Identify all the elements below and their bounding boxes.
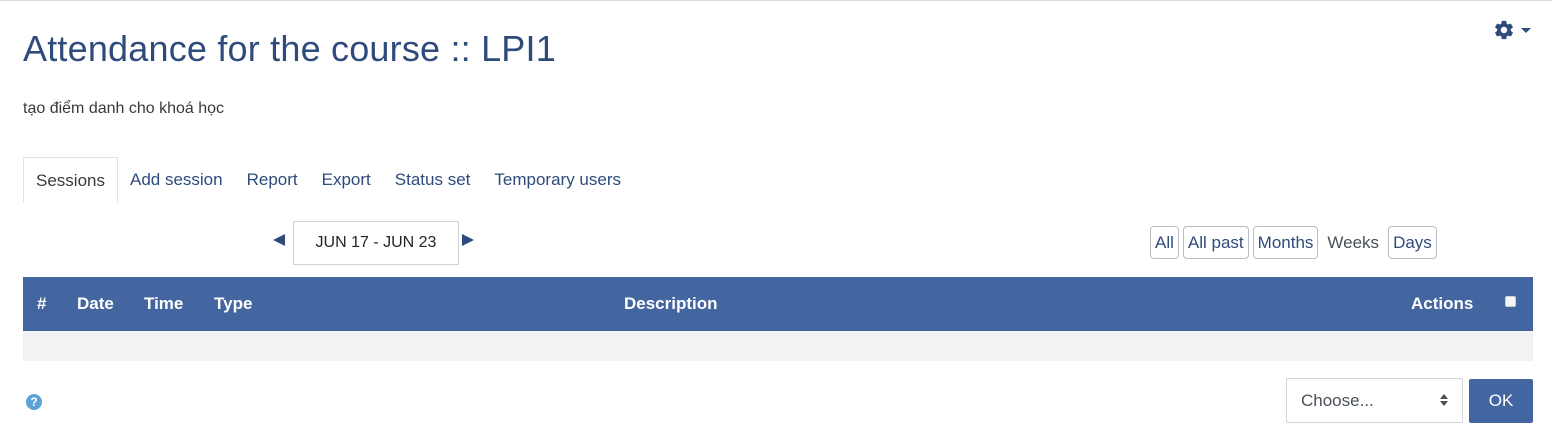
view-selector: All All past Months Weeks Days: [1150, 226, 1437, 259]
question-circle-icon[interactable]: ?: [26, 394, 42, 410]
page-title: Attendance for the course :: LPI1: [23, 28, 556, 69]
column-header-number: #: [37, 294, 47, 313]
view-all-past-button[interactable]: All past: [1182, 226, 1249, 259]
column-header-type: Type: [214, 294, 253, 313]
select-all-checkbox[interactable]: [1505, 296, 1516, 307]
select-arrows-icon: [1440, 394, 1448, 406]
bulk-action-select[interactable]: Choose...: [1286, 378, 1463, 423]
table-empty-row: [23, 331, 1533, 361]
column-header-description: Description: [624, 294, 718, 313]
tab-status-set[interactable]: Status set: [383, 157, 483, 203]
triangle-left-icon[interactable]: [273, 234, 285, 246]
column-header-actions: Actions: [1411, 294, 1474, 313]
tab-add-session[interactable]: Add session: [118, 157, 235, 203]
view-days-button[interactable]: Days: [1388, 226, 1437, 259]
tab-export[interactable]: Export: [310, 157, 383, 203]
chevron-down-icon: [1521, 27, 1531, 33]
tab-sessions[interactable]: Sessions: [23, 157, 118, 203]
tab-bar: Sessions Add session Report Export Statu…: [23, 157, 1533, 203]
current-week-range[interactable]: JUN 17 - JUN 23: [293, 221, 459, 265]
column-header-time: Time: [144, 294, 184, 313]
settings-menu[interactable]: [1493, 19, 1531, 41]
view-all-button[interactable]: All: [1150, 226, 1179, 259]
ok-button[interactable]: OK: [1469, 379, 1533, 423]
tab-temporary-users[interactable]: Temporary users: [482, 157, 633, 203]
tab-report[interactable]: Report: [235, 157, 310, 203]
sessions-table-header: # Date Time Type Description Actions: [23, 277, 1533, 331]
view-months-button[interactable]: Months: [1252, 226, 1319, 259]
gear-icon[interactable]: [1493, 19, 1515, 41]
column-header-date[interactable]: Date: [77, 294, 114, 314]
course-description: tạo điểm danh cho khoá học: [23, 100, 225, 117]
bulk-action-select-value: Choose...: [1301, 390, 1374, 410]
view-weeks-current: Weeks: [1327, 232, 1380, 252]
triangle-right-icon[interactable]: [462, 234, 474, 246]
